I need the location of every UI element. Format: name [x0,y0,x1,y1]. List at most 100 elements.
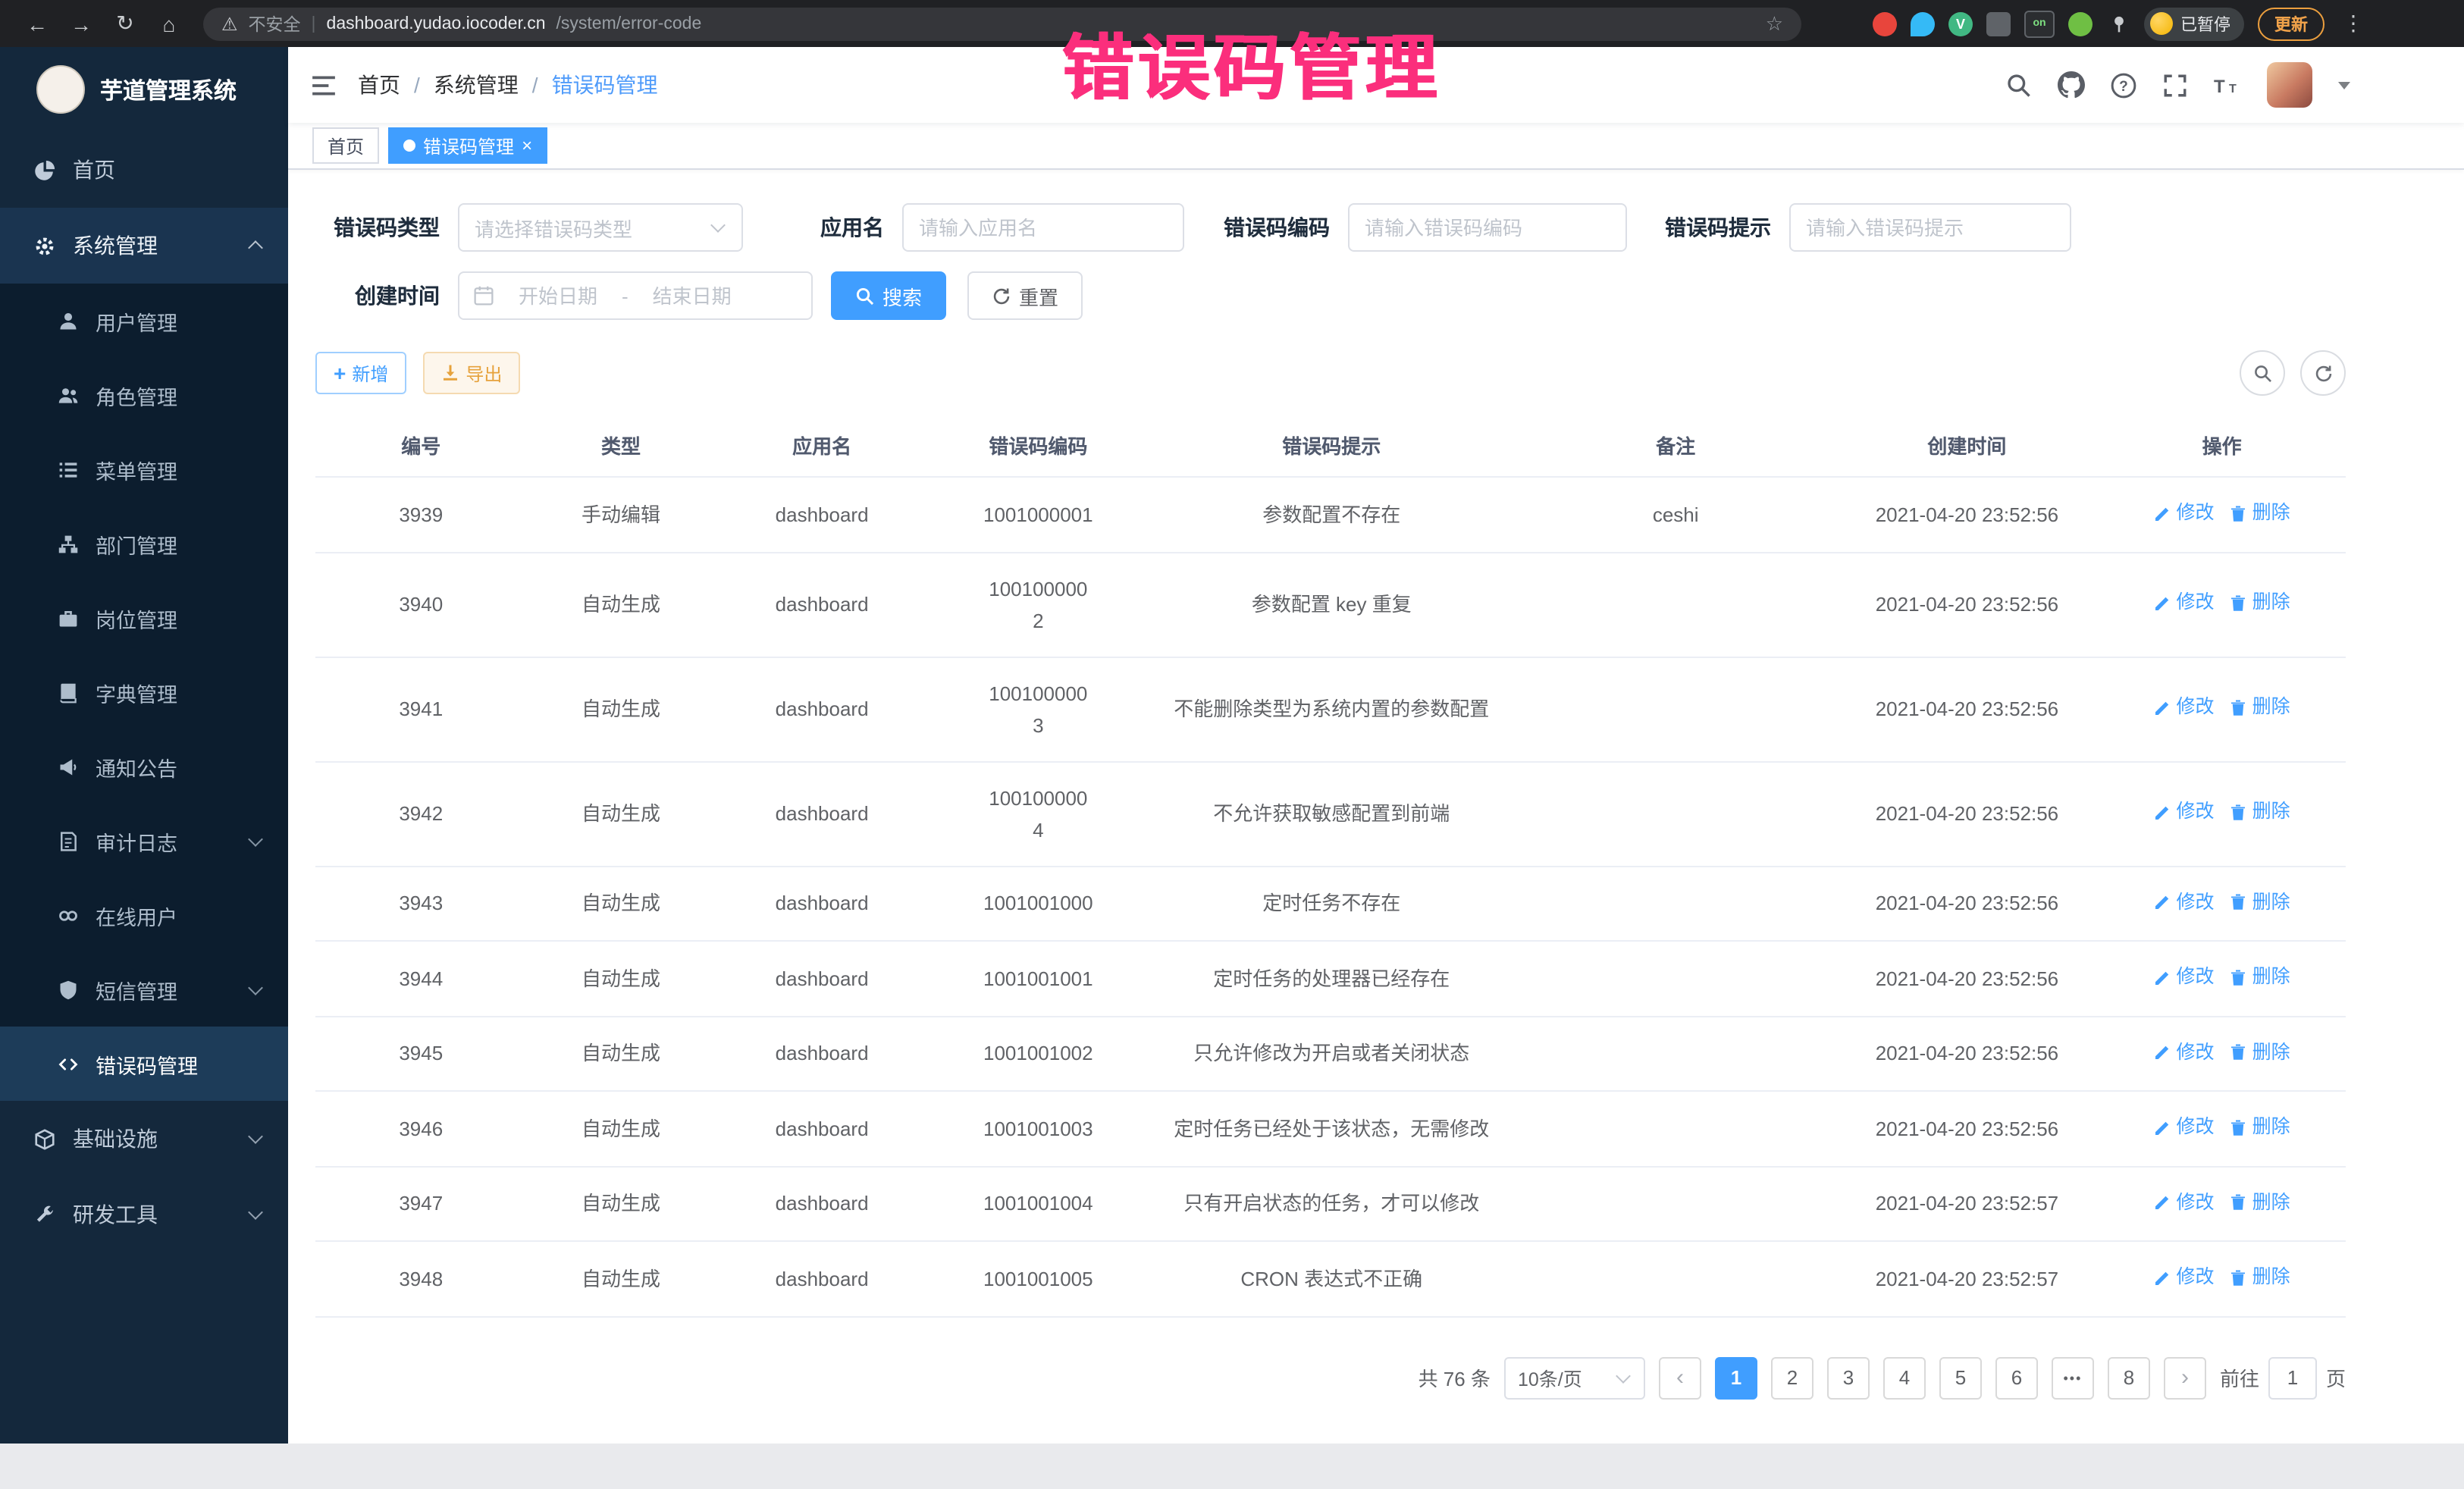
red-circle-extension-icon[interactable] [1873,11,1897,36]
security-label[interactable]: 不安全 [249,11,301,36]
edit-button[interactable]: 修改 [2154,497,2215,529]
toolbar-right [2240,350,2346,396]
sidebar-item-home[interactable]: 首页 [0,132,288,208]
delete-button[interactable]: 删除 [2230,797,2290,829]
sidebar-item-sms-management[interactable]: 短信管理 [0,952,288,1027]
next-page-button[interactable]: › [2164,1356,2206,1399]
sidebar-item-dev-tools[interactable]: 研发工具 [0,1177,288,1252]
edit-button[interactable]: 修改 [2154,588,2215,619]
github-icon[interactable] [2058,71,2085,99]
create-time-label: 创建时间 [315,281,458,311]
sidebar-item-audit-log[interactable]: 审计日志 [0,804,288,878]
error-code-input[interactable] [1348,203,1627,252]
delete-button[interactable]: 删除 [2230,1262,2290,1293]
bookmark-star-icon[interactable]: ☆ [1766,11,1783,36]
sidebar-item-infrastructure[interactable]: 基础设施 [0,1101,288,1177]
tab-error-code-management[interactable]: 错误码管理 × [388,127,547,164]
green-circle-extension-icon[interactable] [2068,11,2093,36]
sidebar-item-department-management[interactable]: 部门管理 [0,506,288,581]
help-icon[interactable]: ? [2111,72,2136,98]
sidebar-item-system-management[interactable]: 系统管理 [0,208,288,284]
chevron-down-icon [248,1205,263,1220]
delete-button[interactable]: 删除 [2230,497,2290,529]
breadcrumb-home[interactable]: 首页 [358,70,400,100]
kebab-menu-icon[interactable]: ⋮ [2343,11,2364,36]
page-button-2[interactable]: 2 [1771,1356,1814,1399]
page-button-6[interactable]: 6 [1995,1356,2038,1399]
delete-button[interactable]: 删除 [2230,588,2290,619]
address-bar[interactable]: ⚠ 不安全 | dashboard.yudao.iocoder.cn /syst… [203,7,1801,40]
edit-button[interactable]: 修改 [2154,1186,2215,1218]
app-window: 芋道管理系统 首页 系统管理 用户管理 角色管理 [0,47,2464,1444]
page-button-5[interactable]: 5 [1939,1356,1982,1399]
on-badge-icon[interactable]: on [2024,10,2055,37]
sidebar-item-user-management[interactable]: 用户管理 [0,284,288,358]
profile-paused-badge[interactable]: 已暂停 [2144,7,2244,40]
page-button-1[interactable]: 1 [1715,1356,1757,1399]
page-button-8[interactable]: 8 [2108,1356,2150,1399]
plus-icon: + [334,362,346,384]
error-hint-input[interactable] [1789,203,2071,252]
grid-extension-icon[interactable] [1986,11,2011,36]
font-size-icon[interactable]: TT [2214,72,2241,98]
home-icon[interactable]: ⌂ [150,5,188,42]
drop-extension-icon[interactable] [1911,11,1935,36]
hamburger-icon[interactable] [311,72,337,98]
edit-button[interactable]: 修改 [2154,1036,2215,1068]
reload-icon[interactable]: ↻ [106,5,144,42]
page-size-select[interactable]: 10条/页 [1504,1356,1645,1399]
edit-button[interactable]: 修改 [2154,1111,2215,1143]
toggle-search-button[interactable] [2240,350,2285,396]
sidebar-item-error-code-management[interactable]: 错误码管理 [0,1027,288,1101]
breadcrumb-system[interactable]: 系统管理 [434,70,519,100]
edit-button[interactable]: 修改 [2154,886,2215,918]
add-button[interactable]: + 新增 [315,352,406,394]
delete-button[interactable]: 删除 [2230,1036,2290,1068]
start-date-input[interactable] [500,284,616,307]
vue-devtools-icon[interactable]: V [1948,11,1973,36]
sidebar-item-dictionary-management[interactable]: 字典管理 [0,655,288,729]
refresh-table-button[interactable] [2300,350,2346,396]
delete-button[interactable]: 删除 [2230,1186,2290,1218]
emoji-avatar-icon [2150,12,2173,35]
fullscreen-icon[interactable] [2162,72,2188,98]
create-time-range-picker[interactable]: - [458,271,813,320]
update-button[interactable]: 更新 [2258,7,2324,40]
goto-page-input[interactable] [2268,1356,2317,1399]
reset-button[interactable]: 重置 [967,271,1083,320]
url-path[interactable]: /system/error-code [556,14,702,33]
edit-button[interactable]: 修改 [2154,797,2215,829]
edit-icon [2154,804,2172,822]
avatar[interactable] [2267,62,2312,108]
edit-button[interactable]: 修改 [2154,692,2215,724]
close-icon[interactable]: × [522,136,532,155]
app-name-input[interactable] [902,203,1184,252]
search-button[interactable]: 搜索 [831,271,946,320]
url-host[interactable]: dashboard.yudao.iocoder.cn [327,14,546,33]
tab-home[interactable]: 首页 [312,127,379,164]
sidebar-item-role-management[interactable]: 角色管理 [0,358,288,432]
export-button[interactable]: 导出 [423,352,520,394]
page-button-4[interactable]: 4 [1883,1356,1926,1399]
error-code-type-select[interactable]: 请选择错误码类型 [458,203,743,252]
forward-icon[interactable]: → [62,5,100,42]
sidebar-item-notice-announcement[interactable]: 通知公告 [0,729,288,804]
delete-button[interactable]: 删除 [2230,692,2290,724]
sidebar-item-post-management[interactable]: 岗位管理 [0,581,288,655]
sidebar-logo[interactable]: 芋道管理系统 [0,47,288,132]
more-pages-button[interactable]: ••• [2052,1356,2094,1399]
back-icon[interactable]: ← [18,5,56,42]
delete-button[interactable]: 删除 [2230,961,2290,993]
delete-button[interactable]: 删除 [2230,1111,2290,1143]
pin-icon[interactable] [2106,11,2130,36]
end-date-input[interactable] [635,284,750,307]
sidebar-item-online-users[interactable]: 在线用户 [0,878,288,952]
sidebar-item-menu-management[interactable]: 菜单管理 [0,432,288,506]
delete-button[interactable]: 删除 [2230,886,2290,918]
caret-down-icon[interactable] [2338,81,2350,89]
prev-page-button[interactable]: ‹ [1659,1356,1701,1399]
search-icon[interactable] [2006,72,2032,98]
edit-button[interactable]: 修改 [2154,1262,2215,1293]
page-button-3[interactable]: 3 [1827,1356,1870,1399]
edit-button[interactable]: 修改 [2154,961,2215,993]
